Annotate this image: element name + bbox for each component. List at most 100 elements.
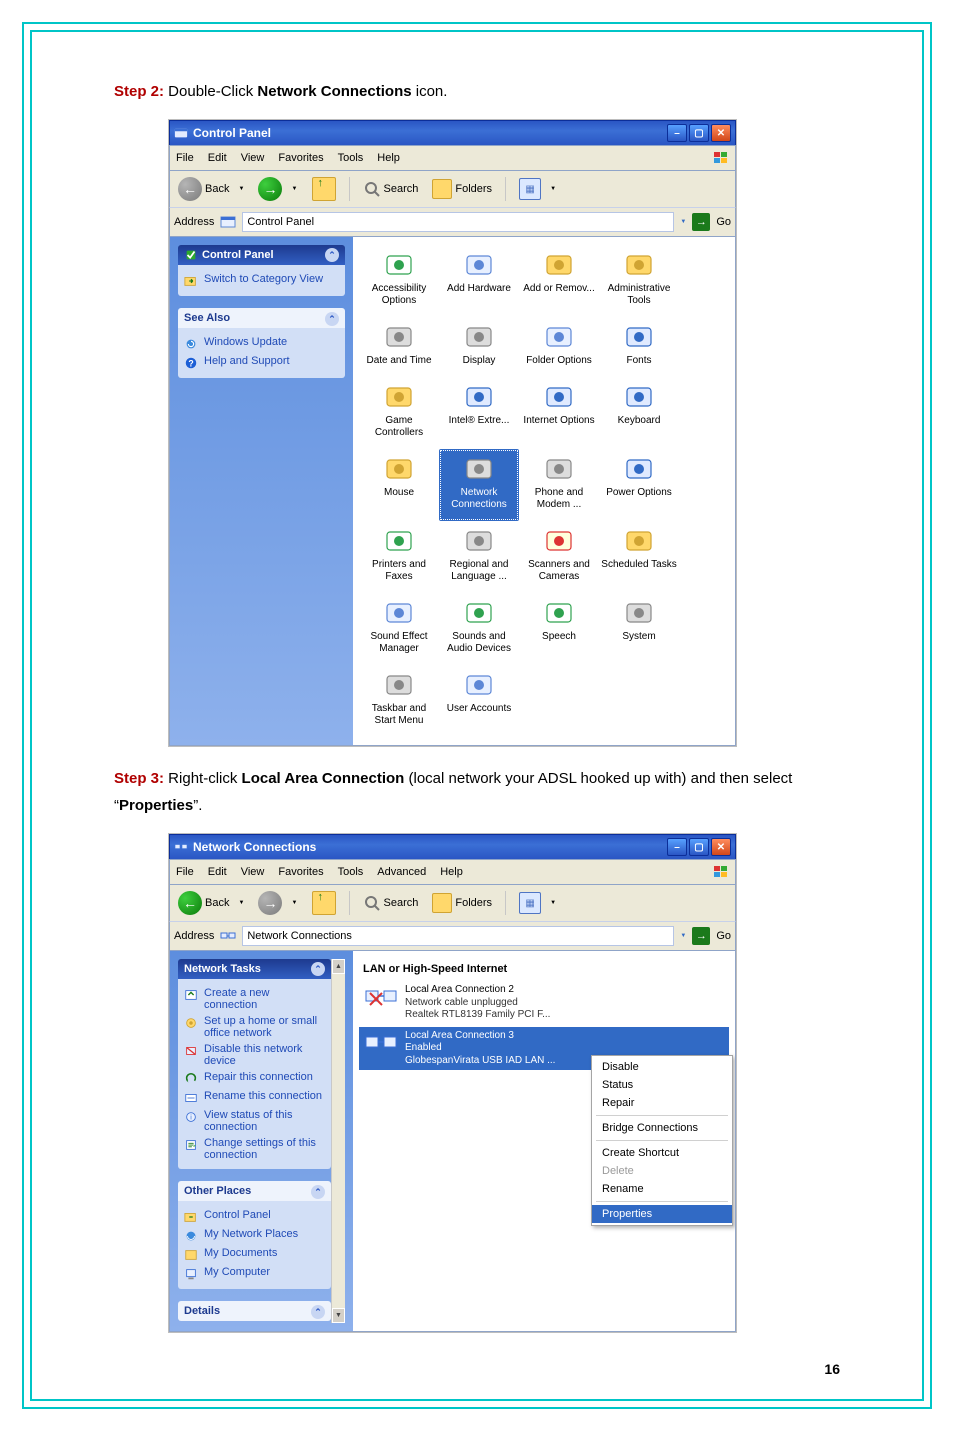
search-button[interactable]: Search <box>359 177 423 201</box>
back-button[interactable]: ← Back ▼ <box>174 174 248 204</box>
minimize-button[interactable]: – <box>667 124 687 142</box>
control-panel-item[interactable]: Accessibility Options <box>359 245 439 317</box>
menu-file[interactable]: File <box>176 152 194 164</box>
network-task-link[interactable]: iView status of this connection <box>184 1107 325 1135</box>
cp-item-icon <box>543 599 575 627</box>
go-button-label[interactable]: Go <box>716 930 731 942</box>
address-input[interactable] <box>242 926 674 946</box>
control-panel-item[interactable]: Sound Effect Manager <box>359 593 439 665</box>
control-panel-item[interactable]: Phone and Modem ... <box>519 449 599 521</box>
menu-view[interactable]: View <box>241 866 265 878</box>
menu-tools[interactable]: Tools <box>338 152 364 164</box>
context-menu-item[interactable]: Status <box>592 1076 732 1094</box>
menu-edit[interactable]: Edit <box>208 866 227 878</box>
other-place-link[interactable]: My Computer <box>184 1264 325 1283</box>
maximize-button[interactable]: ▢ <box>689 124 709 142</box>
other-place-link[interactable]: Control Panel <box>184 1207 325 1226</box>
control-panel-item[interactable]: Scanners and Cameras <box>519 521 599 593</box>
control-panel-item[interactable]: Taskbar and Start Menu <box>359 665 439 737</box>
panel-head-control-panel[interactable]: Control Panel ⌃ <box>178 245 345 265</box>
go-button-icon[interactable]: → <box>692 213 710 231</box>
back-button[interactable]: ← Back ▼ <box>174 888 248 918</box>
forward-button[interactable]: → ▼ <box>254 888 301 918</box>
up-folder-button[interactable] <box>308 174 340 204</box>
collapse-icon[interactable]: ⌃ <box>325 248 339 262</box>
control-panel-item[interactable]: Internet Options <box>519 377 599 449</box>
context-menu-item[interactable]: Create Shortcut <box>592 1144 732 1162</box>
control-panel-item[interactable]: Administrative Tools <box>599 245 679 317</box>
control-panel-item[interactable]: Intel® Extre... <box>439 377 519 449</box>
menu-view[interactable]: View <box>241 152 265 164</box>
control-panel-item[interactable]: Display <box>439 317 519 377</box>
context-menu-item[interactable]: Repair <box>592 1094 732 1112</box>
context-menu-item[interactable]: Bridge Connections <box>592 1119 732 1137</box>
control-panel-item[interactable]: Add or Remov... <box>519 245 599 317</box>
network-task-link[interactable]: Disable this network device <box>184 1041 325 1069</box>
menu-edit[interactable]: Edit <box>208 152 227 164</box>
go-button-icon[interactable]: → <box>692 927 710 945</box>
control-panel-item[interactable]: Fonts <box>599 317 679 377</box>
collapse-icon[interactable]: ⌃ <box>325 312 339 326</box>
network-task-link[interactable]: Create a new connection <box>184 985 325 1013</box>
up-folder-button[interactable] <box>308 888 340 918</box>
menu-advanced[interactable]: Advanced <box>377 866 426 878</box>
collapse-icon[interactable]: ⌃ <box>311 1305 325 1319</box>
folders-button[interactable]: Folders <box>428 890 496 916</box>
network-task-link[interactable]: Rename this connection <box>184 1088 325 1107</box>
control-panel-item[interactable]: Date and Time <box>359 317 439 377</box>
network-task-link[interactable]: Repair this connection <box>184 1069 325 1088</box>
control-panel-item[interactable]: Network Connections <box>439 449 519 521</box>
control-panel-item[interactable]: Speech <box>519 593 599 665</box>
maximize-button[interactable]: ▢ <box>689 838 709 856</box>
network-task-link[interactable]: Set up a home or small office network <box>184 1013 325 1041</box>
views-button[interactable]: ▦ ▼ <box>515 175 560 203</box>
help-support-link[interactable]: ? Help and Support <box>184 353 339 372</box>
control-panel-item[interactable]: Sounds and Audio Devices <box>439 593 519 665</box>
address-input[interactable] <box>242 212 674 232</box>
place-icon <box>184 1267 198 1281</box>
panel-head-details[interactable]: Details <box>184 1305 220 1317</box>
menu-file[interactable]: File <box>176 866 194 878</box>
cp-item-label: Network Connections <box>441 487 517 511</box>
menu-tools[interactable]: Tools <box>338 866 364 878</box>
control-panel-item[interactable]: Regional and Language ... <box>439 521 519 593</box>
control-panel-item[interactable]: Scheduled Tasks <box>599 521 679 593</box>
folders-button[interactable]: Folders <box>428 176 496 202</box>
control-panel-item[interactable]: Power Options <box>599 449 679 521</box>
panel-head-network-tasks[interactable]: Network Tasks ⌃ <box>178 959 331 979</box>
network-task-link[interactable]: Change settings of this connection <box>184 1135 325 1163</box>
control-panel-item[interactable]: System <box>599 593 679 665</box>
context-menu-item[interactable]: Rename <box>592 1180 732 1198</box>
menu-help[interactable]: Help <box>377 152 400 164</box>
connection-item[interactable]: Local Area Connection 2 Network cable un… <box>359 981 729 1025</box>
control-panel-item[interactable]: Mouse <box>359 449 439 521</box>
panel-head-see-also[interactable]: See Also <box>184 312 230 324</box>
context-menu-item[interactable]: Properties <box>592 1205 732 1223</box>
control-panel-item[interactable]: Add Hardware <box>439 245 519 317</box>
windows-update-link[interactable]: Windows Update <box>184 334 339 353</box>
switch-category-view-link[interactable]: Switch to Category View <box>184 271 339 290</box>
control-panel-item[interactable]: Folder Options <box>519 317 599 377</box>
views-button[interactable]: ▦ ▼ <box>515 889 560 917</box>
control-panel-item[interactable]: User Accounts <box>439 665 519 737</box>
other-place-link[interactable]: My Documents <box>184 1245 325 1264</box>
close-button[interactable]: ✕ <box>711 838 731 856</box>
menu-help[interactable]: Help <box>440 866 463 878</box>
collapse-icon[interactable]: ⌃ <box>311 1185 325 1199</box>
menu-favorites[interactable]: Favorites <box>278 152 323 164</box>
search-button[interactable]: Search <box>359 891 423 915</box>
cp-item-label: Keyboard <box>601 415 677 427</box>
left-pane-scrollbar[interactable]: ▲ ▼ <box>331 959 345 1323</box>
go-button-label[interactable]: Go <box>716 216 731 228</box>
menu-favorites[interactable]: Favorites <box>278 866 323 878</box>
close-button[interactable]: ✕ <box>711 124 731 142</box>
panel-head-other-places[interactable]: Other Places <box>184 1185 251 1197</box>
control-panel-item[interactable]: Printers and Faxes <box>359 521 439 593</box>
control-panel-item[interactable]: Keyboard <box>599 377 679 449</box>
control-panel-item[interactable]: Game Controllers <box>359 377 439 449</box>
context-menu-item[interactable]: Disable <box>592 1058 732 1076</box>
minimize-button[interactable]: – <box>667 838 687 856</box>
forward-button[interactable]: → ▼ <box>254 174 301 204</box>
other-place-link[interactable]: My Network Places <box>184 1226 325 1245</box>
collapse-icon[interactable]: ⌃ <box>311 962 325 976</box>
